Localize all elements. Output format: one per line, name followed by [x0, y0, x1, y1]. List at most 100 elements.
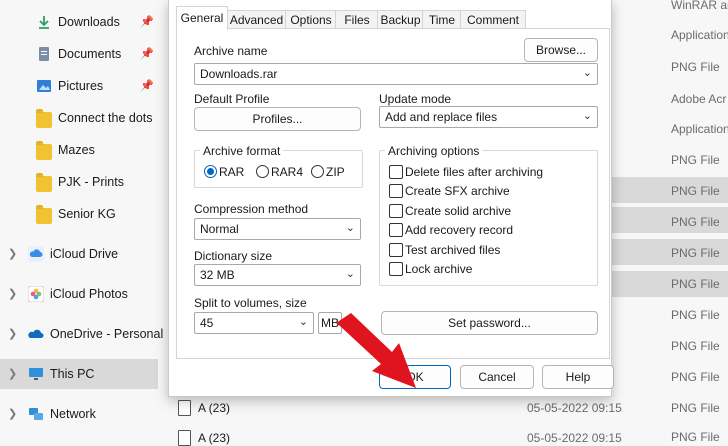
split-volumes-label: Split to volumes, size — [194, 296, 307, 310]
nav-label: Documents — [58, 47, 122, 61]
archive-name-value: Downloads.rar — [200, 67, 278, 81]
tab-comment[interactable]: Comment — [460, 10, 526, 29]
file-type: WinRAR ar — [671, 0, 728, 12]
ok-button[interactable]: OK — [379, 365, 451, 389]
delete-files-checkbox[interactable] — [389, 165, 403, 179]
tab-files[interactable]: Files — [335, 10, 379, 29]
dictionary-size-value: 32 MB — [200, 268, 235, 282]
lock-archive-label: Lock archive — [405, 262, 473, 276]
tab-general[interactable]: General — [176, 6, 228, 30]
split-unit-select[interactable]: MB — [318, 312, 342, 334]
archive-format-label: Archive format — [200, 144, 284, 158]
nav-label: Pictures — [58, 79, 104, 93]
file-type: PNG File — [671, 246, 720, 260]
file-type: PNG File — [671, 153, 720, 167]
pin-icon: 📌 — [140, 48, 154, 60]
file-date: 05-05-2022 09:15 — [527, 431, 622, 445]
profiles-button[interactable]: Profiles... — [194, 107, 361, 131]
file-type: Application — [671, 122, 728, 136]
set-password-button[interactable]: Set password... — [381, 311, 598, 335]
split-unit-value: MB — [321, 316, 339, 330]
update-mode-label: Update mode — [379, 92, 452, 106]
navigation-pane: Downloads 📌 Documents 📌 Pictures 📌 Conne… — [0, 0, 163, 438]
rar-radio[interactable] — [204, 165, 217, 178]
tab-backup[interactable]: Backup — [377, 10, 424, 29]
nav-label: OneDrive - Personal — [50, 327, 164, 341]
create-sfx-checkbox[interactable] — [389, 184, 403, 198]
file-type: PNG File — [671, 184, 720, 198]
chevron-down-icon: ⌄ — [345, 268, 355, 280]
file-name: A (23) — [198, 431, 231, 445]
nav-label: PJK - Prints — [58, 175, 124, 189]
nav-item-pjk-prints[interactable]: PJK - Prints — [0, 167, 158, 197]
download-icon — [39, 16, 49, 29]
nav-item-this-pc[interactable]: ❯ This PC — [0, 359, 158, 389]
split-volumes-input[interactable]: 45 ⌄ — [194, 312, 314, 334]
zip-label: ZIP — [326, 165, 345, 179]
file-type: PNG File — [671, 401, 720, 415]
chevron-down-icon: ⌄ — [345, 222, 355, 234]
nav-item-network[interactable]: ❯ Network — [0, 399, 158, 429]
chevron-right-icon[interactable]: ❯ — [8, 247, 20, 261]
archive-name-input[interactable]: Downloads.rar ⌄ — [194, 63, 598, 85]
nav-item-documents[interactable]: Documents 📌 — [0, 39, 158, 69]
archiving-options-label: Archiving options — [385, 144, 483, 158]
file-type: PNG File — [671, 430, 720, 444]
archive-name-label: Archive name — [194, 44, 268, 58]
onedrive-icon — [28, 329, 44, 338]
nav-item-icloud-drive[interactable]: ❯ iCloud Drive — [0, 239, 158, 269]
file-type: Adobe Acr — [671, 92, 727, 106]
nav-label: Senior KG — [58, 207, 116, 221]
chevron-right-icon[interactable]: ❯ — [8, 407, 20, 421]
tab-options[interactable]: Options — [285, 10, 337, 29]
chevron-right-icon[interactable]: ❯ — [8, 327, 20, 341]
test-archived-checkbox[interactable] — [389, 243, 403, 257]
network-icon — [29, 408, 43, 420]
create-solid-checkbox[interactable] — [389, 204, 403, 218]
zip-radio[interactable] — [311, 165, 324, 178]
file-icon — [178, 400, 191, 416]
tab-advanced[interactable]: Advanced — [226, 10, 287, 29]
chevron-down-icon[interactable]: ⌄ — [299, 315, 308, 328]
dictionary-size-select[interactable]: 32 MB ⌄ — [194, 264, 361, 286]
chevron-down-icon[interactable]: ⌄ — [583, 66, 592, 79]
folder-icon — [36, 173, 52, 192]
file-type: PNG File — [671, 215, 720, 229]
split-volumes-value: 45 — [200, 316, 214, 330]
lock-archive-checkbox[interactable] — [389, 262, 403, 276]
nav-item-downloads[interactable]: Downloads 📌 — [0, 7, 158, 37]
file-type: PNG File — [671, 370, 720, 384]
nav-item-onedrive[interactable]: ❯ OneDrive - Personal — [0, 319, 163, 349]
chevron-down-icon: ⌄ — [582, 110, 592, 122]
browse-button[interactable]: Browse... — [524, 38, 598, 62]
document-icon — [39, 47, 49, 61]
chevron-right-icon[interactable]: ❯ — [8, 367, 20, 381]
nav-item-senior-kg[interactable]: Senior KG — [0, 199, 158, 229]
nav-label: iCloud Photos — [50, 287, 128, 301]
rar4-radio[interactable] — [256, 165, 269, 178]
help-button[interactable]: Help — [542, 365, 614, 389]
nav-item-icloud-photos[interactable]: ❯ iCloud Photos — [0, 279, 158, 309]
nav-label: Network — [50, 407, 96, 421]
this-pc-icon — [29, 368, 43, 380]
tab-time[interactable]: Time — [422, 10, 462, 29]
file-type: PNG File — [671, 60, 720, 74]
delete-files-label: Delete files after archiving — [405, 165, 544, 179]
chevron-right-icon[interactable]: ❯ — [8, 287, 20, 301]
nav-item-pictures[interactable]: Pictures 📌 — [0, 71, 158, 101]
file-type: Application — [671, 28, 728, 42]
nav-item-mazes[interactable]: Mazes — [0, 135, 158, 165]
icloud-drive-icon — [28, 246, 44, 262]
compression-method-value: Normal — [200, 222, 239, 236]
recovery-record-checkbox[interactable] — [389, 223, 403, 237]
compression-method-select[interactable]: Normal ⌄ — [194, 218, 361, 240]
create-sfx-label: Create SFX archive — [405, 184, 510, 198]
nav-label: iCloud Drive — [50, 247, 119, 261]
update-mode-select[interactable]: Add and replace files ⌄ — [379, 106, 598, 128]
cancel-button[interactable]: Cancel — [460, 365, 534, 389]
folder-icon — [36, 109, 52, 128]
folder-icon — [36, 205, 52, 224]
nav-label: Downloads — [58, 15, 120, 29]
recovery-record-label: Add recovery record — [405, 223, 514, 237]
nav-item-connect-the-dots[interactable]: Connect the dots — [0, 103, 158, 133]
